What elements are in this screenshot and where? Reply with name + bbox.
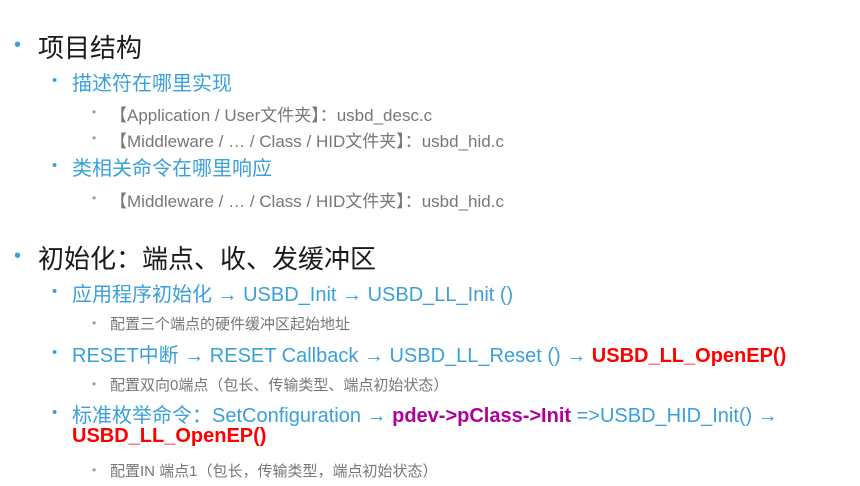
- class-command-label: 类相关命令在哪里响应: [72, 158, 272, 180]
- desc-file-2: 【Middleware / … / Class / HID文件夹】：usbd_h…: [110, 132, 504, 151]
- reset-chain-text: RESET中断 → RESET Callback → USBD_LL_Reset…: [72, 345, 592, 367]
- setconfig-text-1: 标准枚举命令：SetConfiguration →: [72, 405, 393, 427]
- bullet-level2: •: [52, 344, 58, 361]
- bullet-level1: •: [14, 34, 22, 56]
- bullet-level3: •: [92, 105, 97, 119]
- bullet-level3: •: [92, 377, 97, 391]
- bullet-level2: •: [52, 72, 58, 89]
- reset-chain: RESET中断 → RESET Callback → USBD_LL_Reset…: [72, 339, 786, 368]
- section-title-init: 初始化：端点、收、发缓冲区: [38, 244, 377, 274]
- desc-location-label: 描述符在哪里实现: [72, 73, 232, 95]
- bullet-level3: •: [92, 131, 97, 145]
- bullet-level1: •: [14, 245, 22, 267]
- setconfig-sub: 配置IN 端点1（包长，传输类型，端点初始状态）: [110, 463, 438, 480]
- setconfig-text-2: =>USBD_HID_Init() →: [571, 405, 778, 427]
- setconfig-openep: USBD_LL_OpenEP(): [72, 425, 267, 447]
- init-app-sub: 配置三个端点的硬件缓冲区起始地址: [110, 316, 351, 333]
- bullet-level3: •: [92, 463, 97, 477]
- bullet-level2: •: [52, 157, 58, 174]
- setconfig-pclass-init: pdev->pClass->Init: [392, 405, 572, 427]
- bullet-level2: •: [52, 283, 58, 300]
- class-command-file: 【Middleware / … / Class / HID文件夹】：usbd_h…: [110, 192, 504, 211]
- setconfig-chain: 标准枚举命令：SetConfiguration → pdev->pClass->…: [72, 399, 778, 428]
- bullet-level3: •: [92, 316, 97, 330]
- reset-sub: 配置双向0端点（包长、传输类型、端点初始状态）: [110, 377, 449, 394]
- section-title-project-structure: 项目结构: [38, 33, 143, 63]
- bullet-level3: •: [92, 191, 97, 205]
- bullet-level2: •: [52, 404, 58, 421]
- desc-file-1: 【Application / User文件夹】：usbd_desc.c: [110, 106, 433, 125]
- init-app-chain: 应用程序初始化 → USBD_Init → USBD_LL_Init (): [72, 284, 514, 306]
- reset-openep: USBD_LL_OpenEP(): [591, 345, 787, 367]
